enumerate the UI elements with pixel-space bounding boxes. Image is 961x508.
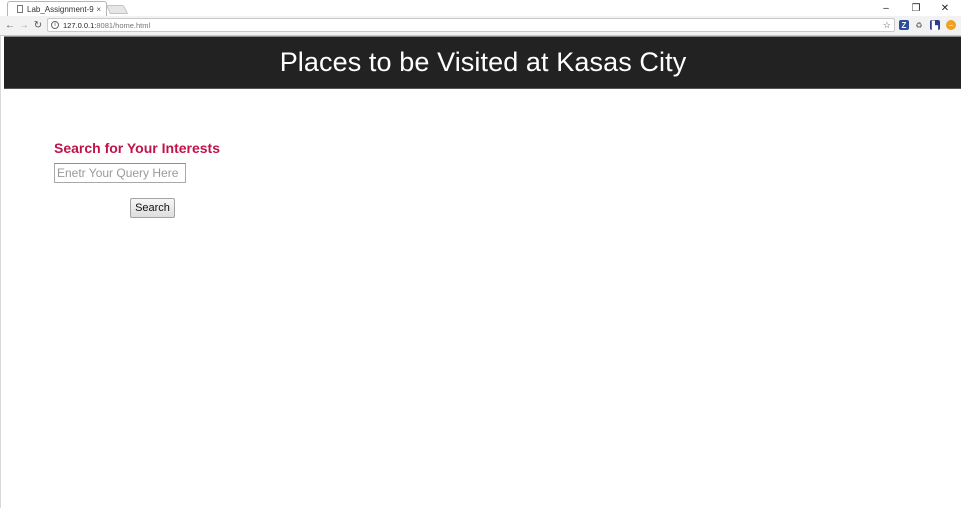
tab-strip: Lab_Assignment-9 × – ❐ ✕ [0, 0, 961, 16]
browser-tab[interactable]: Lab_Assignment-9 × [7, 1, 107, 16]
header-banner: Places to be Visited at Kasas City [4, 36, 961, 89]
browser-chrome: Lab_Assignment-9 × – ❐ ✕ ← → ↻ i 127.0.0… [0, 0, 961, 36]
browser-toolbar: ← → ↻ i 127.0.0.1: 8081/home.html ☆ Z ♻ ▙… [0, 16, 961, 35]
restore-button[interactable]: ❐ [901, 1, 931, 15]
tab-close-icon[interactable]: × [96, 5, 101, 14]
url-path: 8081/home.html [96, 20, 151, 30]
query-input[interactable] [54, 163, 186, 183]
new-tab-button[interactable] [105, 5, 129, 14]
no-entry-icon[interactable]: − [946, 20, 956, 30]
search-heading: Search for Your Interests [54, 140, 220, 156]
docs-icon[interactable]: ▙ [930, 20, 940, 30]
search-button[interactable]: Search [130, 198, 175, 218]
minimize-button[interactable]: – [871, 1, 901, 15]
back-button[interactable]: ← [4, 18, 16, 32]
zotero-icon[interactable]: Z [899, 20, 909, 30]
info-icon[interactable]: i [51, 21, 59, 29]
recycle-icon[interactable]: ♻ [914, 20, 924, 30]
url-host: 127.0.0.1: [63, 20, 97, 30]
reload-button[interactable]: ↻ [32, 18, 44, 32]
close-window-button[interactable]: ✕ [930, 1, 960, 15]
address-bar[interactable]: i 127.0.0.1: 8081/home.html ☆ [47, 18, 895, 32]
page-icon [17, 5, 23, 13]
bookmark-star-icon[interactable]: ☆ [883, 20, 891, 31]
forward-button[interactable]: → [18, 18, 30, 32]
tab-title: Lab_Assignment-9 [27, 4, 94, 14]
page-viewport: Places to be Visited at Kasas City Searc… [0, 36, 961, 508]
page-title: Places to be Visited at Kasas City [279, 47, 687, 77]
